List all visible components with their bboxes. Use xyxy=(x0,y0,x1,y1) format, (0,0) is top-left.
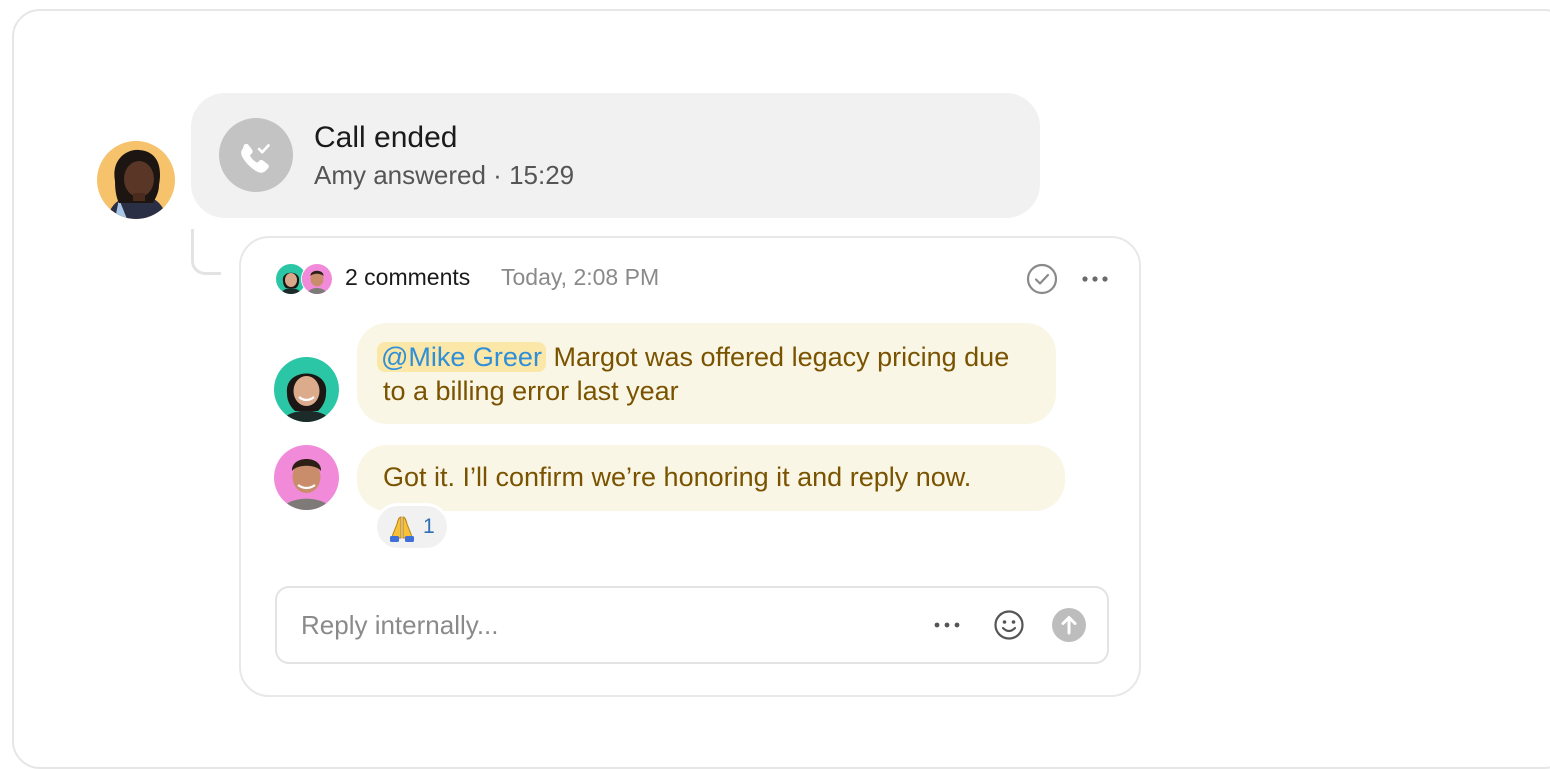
thread-connector xyxy=(191,229,221,275)
comments-count: 2 comments xyxy=(345,264,471,290)
reaction-count: 1 xyxy=(423,515,435,538)
praying-hands-icon xyxy=(386,512,418,544)
comment-bubble: @Mike Greer Margot was offered legacy pr… xyxy=(357,323,1056,424)
commenter-avatar[interactable] xyxy=(274,445,339,510)
participants-avatars xyxy=(275,263,335,295)
call-ended-card[interactable]: Call ended Amy answered · 15:29 xyxy=(191,93,1040,218)
internal-comments-card: 2 comments Today, 2:08 PM @Mike Greer Ma… xyxy=(239,236,1141,697)
reply-input[interactable] xyxy=(301,606,901,644)
comment-bubble: Got it. I’ll confirm we’re honoring it a… xyxy=(357,445,1065,511)
send-icon[interactable] xyxy=(1051,607,1087,643)
more-options-icon[interactable] xyxy=(1079,264,1111,294)
call-subtitle: Amy answered · 15:29 xyxy=(314,160,575,190)
conversation-panel: Call ended Amy answered · 15:29 2 commen… xyxy=(12,9,1550,769)
reaction-pill[interactable]: 1 xyxy=(374,503,450,551)
more-options-icon[interactable] xyxy=(931,609,963,641)
comment-text: Got it. I’ll confirm we’re honoring it a… xyxy=(383,462,972,492)
caller-avatar[interactable] xyxy=(97,141,175,219)
call-title: Call ended xyxy=(314,121,458,154)
comments-timestamp: Today, 2:08 PM xyxy=(501,264,660,290)
emoji-icon[interactable] xyxy=(992,608,1026,642)
avatar xyxy=(301,263,333,295)
phone-check-icon xyxy=(219,118,293,192)
resolve-check-icon[interactable] xyxy=(1025,262,1059,296)
reply-box xyxy=(275,586,1109,664)
user-mention[interactable]: @Mike Greer xyxy=(377,342,546,372)
commenter-avatar[interactable] xyxy=(274,357,339,422)
